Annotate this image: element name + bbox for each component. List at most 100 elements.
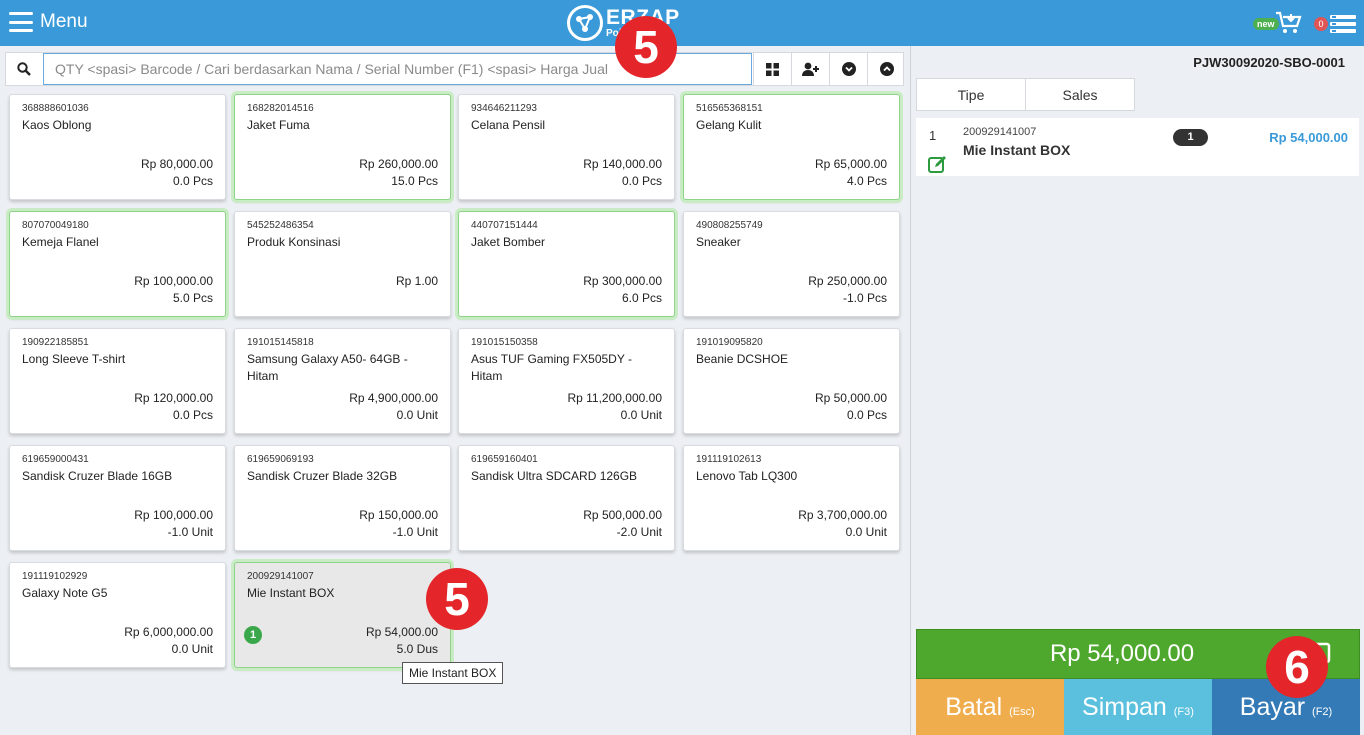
grid-icon xyxy=(766,62,779,76)
grid-view-button[interactable] xyxy=(753,53,791,85)
step-badge: 5 xyxy=(426,568,488,630)
product-price: Rp 250,000.00 xyxy=(808,274,887,288)
product-code: 191019095820 xyxy=(696,337,763,348)
product-stock: 4.0 Pcs xyxy=(846,174,887,188)
product-name: Sandisk Cruzer Blade 16GB xyxy=(22,469,173,483)
product-code: 200929141007 xyxy=(247,571,314,582)
product-name: Jaket Fuma xyxy=(247,118,310,132)
product-code: 168282014516 xyxy=(247,103,314,114)
product-stock: 0.0 Unit xyxy=(171,642,213,656)
product-card[interactable]: 191015150358 Asus TUF Gaming FX505DY - H… xyxy=(458,328,675,434)
product-stock: -2.0 Unit xyxy=(616,525,662,539)
save-button[interactable]: Simpan (F3) xyxy=(1064,679,1212,735)
search-bar xyxy=(5,52,904,86)
product-card-selected[interactable]: 200929141007 Mie Instant BOX 1 Rp 54,000… xyxy=(234,562,451,668)
product-tooltip: Mie Instant BOX xyxy=(402,662,504,684)
product-name: Sandisk Ultra SDCARD 126GB xyxy=(471,469,638,483)
product-price: Rp 300,000.00 xyxy=(583,274,662,288)
logo-icon xyxy=(567,5,603,41)
product-card[interactable]: 619659000431 Sandisk Cruzer Blade 16GB R… xyxy=(9,445,226,551)
product-code: 619659000431 xyxy=(22,454,89,465)
product-name: Long Sleeve T-shirt xyxy=(22,352,126,366)
chevron-down-circle-icon xyxy=(841,62,856,76)
product-card[interactable]: 190922185851 Long Sleeve T-shirt Rp 120,… xyxy=(9,328,226,434)
product-card[interactable]: 545252486354 Produk Konsinasi Rp 1.00 xyxy=(234,211,451,317)
invoice-number: PJW30092020-SBO-0001 xyxy=(1193,55,1345,70)
cart-item-row[interactable]: 1 200929141007 Mie Instant BOX 1 Rp 54,0… xyxy=(916,118,1359,176)
cart-item-qty-badge: 1 xyxy=(1173,129,1208,146)
product-code: 190922185851 xyxy=(22,337,89,348)
edit-icon[interactable] xyxy=(928,155,948,178)
cart-count-badge: 0 xyxy=(1314,17,1328,31)
product-code: 934646211293 xyxy=(471,103,537,114)
product-card[interactable]: 168282014516 Jaket Fuma Rp 260,000.00 15… xyxy=(234,94,451,200)
product-stock: 0.0 Unit xyxy=(396,408,438,422)
product-price: Rp 65,000.00 xyxy=(814,157,887,171)
product-name: Gelang Kulit xyxy=(696,118,762,132)
product-price: Rp 6,000,000.00 xyxy=(124,625,213,639)
product-stock: -1.0 Unit xyxy=(167,525,213,539)
product-card[interactable]: 619659160401 Sandisk Ultra SDCARD 126GB … xyxy=(458,445,675,551)
product-price: Rp 120,000.00 xyxy=(134,391,213,405)
product-price: Rp 140,000.00 xyxy=(583,157,662,171)
product-name: Kemeja Flanel xyxy=(22,235,99,249)
tab-sales[interactable]: Sales xyxy=(1025,78,1135,111)
top-bar: Menu ERZAP Point of Sales new 0 xyxy=(0,0,1364,46)
product-name: Asus TUF Gaming FX505DY - Hitam xyxy=(471,352,632,383)
product-name: Celana Pensil xyxy=(471,118,546,132)
product-stock: 0.0 Pcs xyxy=(621,174,662,188)
product-name: Produk Konsinasi xyxy=(247,235,341,249)
product-card[interactable]: 191119102613 Lenovo Tab LQ300 Rp 3,700,0… xyxy=(683,445,900,551)
product-code: 191119102929 xyxy=(22,571,88,582)
cancel-shortcut: (Esc) xyxy=(1009,706,1035,718)
cart-item-code: 200929141007 xyxy=(963,126,1037,138)
product-price: Rp 1.00 xyxy=(395,274,438,288)
menu-button[interactable]: Menu xyxy=(9,11,88,33)
add-customer-button[interactable] xyxy=(791,53,829,85)
product-stock: 0.0 Unit xyxy=(845,525,887,539)
menu-label: Menu xyxy=(40,11,88,32)
product-name: Sneaker xyxy=(696,235,741,249)
product-name: Mie Instant BOX xyxy=(247,586,335,600)
in-cart-count-badge: 1 xyxy=(244,626,262,644)
cart-item-price: Rp 54,000.00 xyxy=(1269,130,1348,145)
product-price: Rp 11,200,000.00 xyxy=(567,391,662,405)
product-name: Galaxy Note G5 xyxy=(22,586,108,600)
list-menu-icon[interactable] xyxy=(1330,14,1356,34)
product-name: Samsung Galaxy A50- 64GB - Hitam xyxy=(247,352,408,383)
collapse-down-button[interactable] xyxy=(829,53,867,85)
product-code: 490808255749 xyxy=(696,220,763,231)
step-badge: 6 xyxy=(1266,636,1328,698)
cart-item-name: Mie Instant BOX xyxy=(963,142,1071,158)
product-card[interactable]: 490808255749 Sneaker Rp 250,000.00 -1.0 … xyxy=(683,211,900,317)
cancel-button[interactable]: Batal (Esc) xyxy=(916,679,1064,735)
search-icon[interactable] xyxy=(6,53,42,85)
product-code: 191015145818 xyxy=(247,337,314,348)
product-name: Lenovo Tab LQ300 xyxy=(696,469,798,483)
product-price: Rp 4,900,000.00 xyxy=(349,391,438,405)
product-card[interactable]: 191119102929 Galaxy Note G5 Rp 6,000,000… xyxy=(9,562,226,668)
product-code: 191119102613 xyxy=(696,454,762,465)
product-code: 807070049180 xyxy=(22,220,89,231)
product-stock: 5.0 Dus xyxy=(396,642,438,656)
cart-download-icon[interactable] xyxy=(1275,11,1303,35)
product-card[interactable]: 807070049180 Kemeja Flanel Rp 100,000.00… xyxy=(9,211,226,317)
tab-tipe[interactable]: Tipe xyxy=(916,78,1026,111)
product-price: Rp 50,000.00 xyxy=(814,391,887,405)
hamburger-icon xyxy=(9,12,33,32)
product-price: Rp 3,700,000.00 xyxy=(798,508,887,522)
product-card[interactable]: 191015145818 Samsung Galaxy A50- 64GB - … xyxy=(234,328,451,434)
product-card[interactable]: 191019095820 Beanie DCSHOE Rp 50,000.00 … xyxy=(683,328,900,434)
product-code: 545252486354 xyxy=(247,220,314,231)
product-stock: -1.0 Unit xyxy=(392,525,438,539)
product-name: Jaket Bomber xyxy=(471,235,546,249)
product-card[interactable]: 934646211293 Celana Pensil Rp 140,000.00… xyxy=(458,94,675,200)
product-card[interactable]: 516565368151 Gelang Kulit Rp 65,000.00 4… xyxy=(683,94,900,200)
product-stock: 6.0 Pcs xyxy=(621,291,662,305)
product-card[interactable]: 368888601036 Kaos Oblong Rp 80,000.00 0.… xyxy=(9,94,226,200)
product-card[interactable]: 619659069193 Sandisk Cruzer Blade 32GB R… xyxy=(234,445,451,551)
product-card[interactable]: 440707151444 Jaket Bomber Rp 300,000.00 … xyxy=(458,211,675,317)
product-stock: -1.0 Pcs xyxy=(842,291,887,305)
collapse-up-button[interactable] xyxy=(867,53,905,85)
product-stock: 0.0 Pcs xyxy=(172,408,213,422)
